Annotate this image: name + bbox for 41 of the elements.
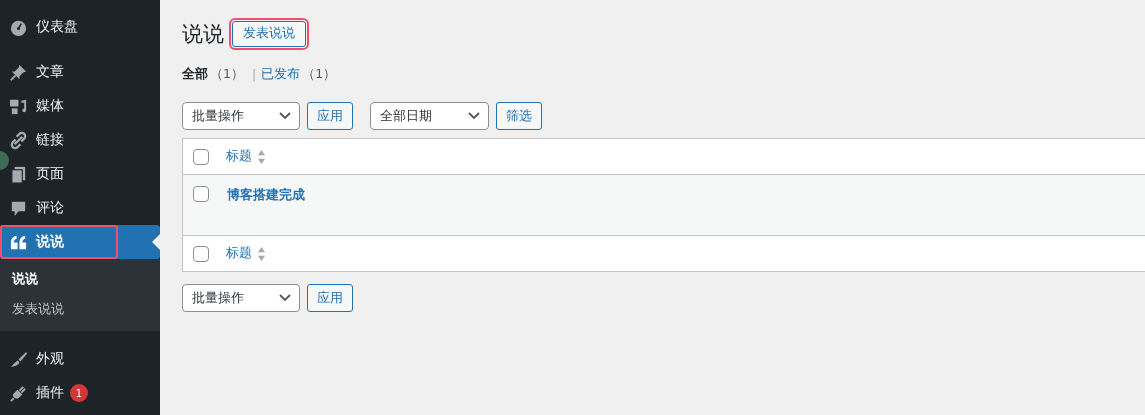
checkbox[interactable] — [193, 186, 209, 202]
sort-icon[interactable] — [257, 148, 266, 165]
filter-button[interactable]: 筛选 — [496, 102, 542, 130]
submenu-item[interactable]: 说说 — [0, 264, 160, 294]
pin-icon — [9, 62, 28, 82]
menu-item[interactable]: 页面 — [0, 157, 160, 191]
item-count: （1） — [302, 65, 337, 83]
dropdown[interactable]: 批量操作 — [182, 102, 300, 130]
submenu-item[interactable]: 发表说说 — [0, 294, 160, 324]
menu-item[interactable]: 插件 1 — [0, 376, 160, 410]
item-count: （1） — [210, 65, 244, 83]
sort-icon[interactable] — [257, 245, 266, 262]
apply-button[interactable]: 应用 — [307, 284, 353, 312]
pointer-arrow — [152, 234, 160, 250]
chevron-down-icon — [279, 112, 291, 120]
chevron-down-icon — [468, 112, 480, 120]
post-title-link[interactable]: 博客搭建完成 — [227, 186, 305, 204]
filter-link[interactable]: 全部 — [182, 65, 208, 83]
column-header[interactable]: 标题 — [226, 148, 252, 165]
page-title: 说说 — [182, 20, 224, 48]
chevron-down-icon — [279, 294, 291, 302]
menu-item[interactable]: 链接 — [0, 123, 160, 157]
column-header[interactable]: 标题 — [226, 245, 252, 262]
separator: | — [251, 66, 257, 82]
menu-item[interactable]: 媒体 — [0, 89, 160, 123]
link-icon — [9, 130, 28, 150]
checkbox[interactable] — [193, 148, 209, 165]
dropdown[interactable]: 全部日期 — [370, 102, 489, 130]
add-new-button[interactable]: 发表说说 — [232, 20, 306, 47]
dropdown[interactable]: 批量操作 — [182, 284, 300, 312]
menu-item[interactable]: 外观 — [0, 342, 160, 376]
menu-item[interactable]: 仪表盘 — [0, 10, 160, 44]
plug-icon — [9, 383, 28, 403]
menu-item[interactable]: 文章 — [0, 55, 160, 89]
checkbox[interactable] — [193, 245, 209, 262]
filter-link[interactable]: 已发布 — [261, 65, 301, 83]
brush-icon — [9, 349, 28, 369]
menu-item[interactable]: 评论 — [0, 191, 160, 225]
apply-button[interactable]: 应用 — [307, 102, 353, 130]
pages-icon — [9, 164, 28, 184]
count-badge: 1 — [70, 384, 88, 402]
